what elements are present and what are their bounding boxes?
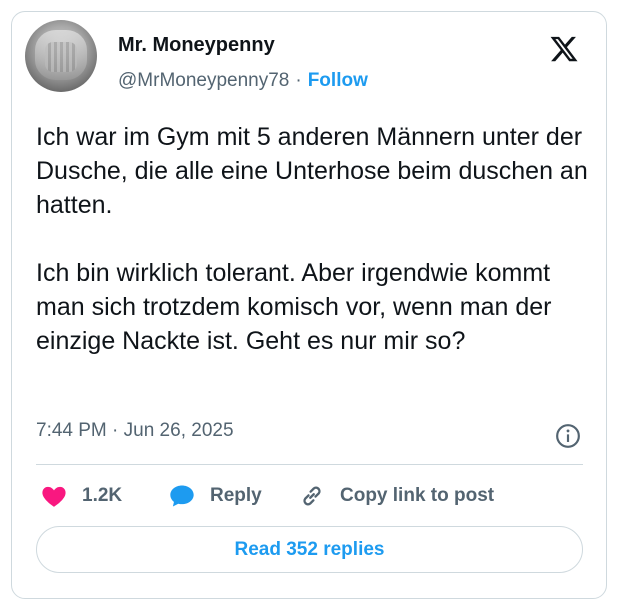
author-handle-row: @MrMoneypenny78 · Follow [118,70,368,92]
copy-link-button[interactable]: Copy link to post [298,482,494,510]
like-button[interactable]: 1.2K [40,482,122,510]
avatar[interactable] [25,20,97,92]
tweet-text: Ich war im Gym mit 5 anderen Männern unt… [36,123,588,355]
author-name[interactable]: Mr. Moneypenny [118,34,275,57]
link-icon [303,486,321,506]
speech-bubble-icon [170,485,194,507]
follow-button[interactable]: Follow [308,70,368,91]
like-count: 1.2K [82,485,123,506]
x-logo-icon[interactable] [549,34,579,64]
separator-dot: · [295,70,302,91]
reply-label: Reply [210,485,262,506]
tweet-timestamp[interactable]: 7:44 PM · Jun 26, 2025 [36,420,234,442]
author-handle[interactable]: @MrMoneypenny78 [118,70,289,91]
heart-icon [42,486,66,507]
divider [36,464,583,465]
copy-link-label: Copy link to post [340,485,495,506]
info-icon[interactable] [555,423,581,449]
avatar-texture [45,42,77,72]
reply-button[interactable]: Reply [168,482,262,510]
read-replies-button[interactable]: Read 352 replies [36,526,583,573]
